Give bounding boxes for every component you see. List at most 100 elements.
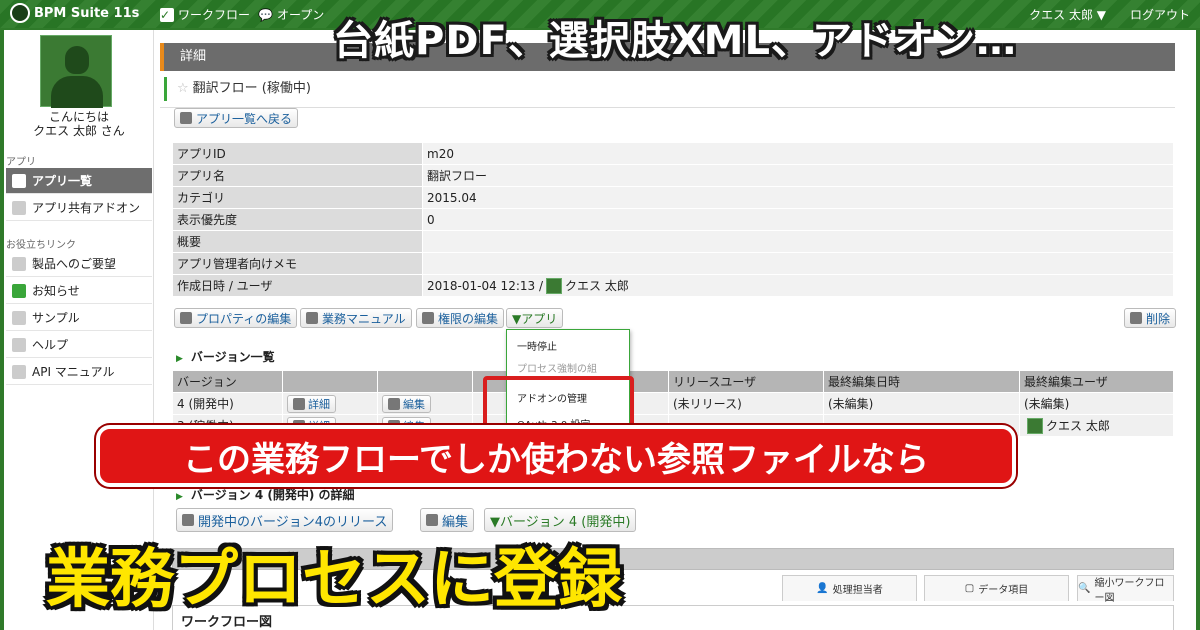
prop-value <box>422 252 1174 275</box>
sidebar-item-help[interactable]: ヘルプ <box>6 332 152 358</box>
sidebar-item-label: お知らせ <box>32 284 80 298</box>
news-icon <box>12 283 26 298</box>
avatar-body <box>51 76 103 108</box>
sidebar-item-label: アプリ一覧 <box>32 174 93 188</box>
prop-key: 作成日時 / ユーザ <box>172 274 423 297</box>
sidebar-item-label: サンプル <box>32 311 80 325</box>
version-cell: 4 (開発中) <box>172 392 283 415</box>
table-row: アプリID m20 <box>172 142 1174 165</box>
avatar-head <box>65 46 89 74</box>
lock-icon <box>422 312 434 324</box>
table-row: 4 (開発中) 詳細 編集 (未リリース) (未編集) (未編集) <box>172 392 1174 415</box>
table-row: 概要 <box>172 230 1174 253</box>
tab-label: データ項目 <box>978 585 1029 596</box>
prop-value: 2015.04 <box>422 186 1174 209</box>
prop-value: m20 <box>422 142 1174 165</box>
menu-item-pause[interactable]: 一時停止 <box>517 338 557 353</box>
pencil-icon <box>426 514 438 526</box>
sidebar-section-app: アプリ <box>6 157 36 168</box>
sidebar-section-links: お役立ちリンク <box>6 240 76 251</box>
col-detail <box>282 370 378 393</box>
divider <box>160 107 1175 108</box>
tab-label: 縮小ワークフロー図 <box>1094 577 1165 604</box>
delete-button[interactable]: 削除 <box>1124 308 1177 328</box>
highlight-box <box>483 376 634 428</box>
sidebar-item-sample[interactable]: サンプル <box>6 305 152 331</box>
version-detail-heading: バージョン 4 (開発中) の詳細 <box>176 486 355 503</box>
nav-workflow-label: ワークフロー <box>178 8 251 22</box>
zoom-icon: 🔍 <box>1078 583 1091 594</box>
data-icon: ▢ <box>964 583 975 594</box>
menu-item-hidden[interactable]: プロセス強制の組 <box>517 360 597 375</box>
release-label: 開発中のバージョン4のリリース <box>198 514 388 530</box>
sidebar-item-shared-addon[interactable]: アプリ共有アドオン <box>6 195 152 221</box>
back-button[interactable]: アプリ一覧へ戻る <box>174 108 299 128</box>
edit-properties-button[interactable]: プロパティの編集 <box>174 308 298 328</box>
edited-at-cell: (未編集) <box>823 392 1020 415</box>
tab-label: 処理担当者 <box>832 585 883 596</box>
created-at: 2018-01-04 12:13 / <box>427 278 543 293</box>
sidebar-item-feedback[interactable]: 製品へのご要望 <box>6 251 152 277</box>
prop-key: 概要 <box>172 230 423 253</box>
col-edited-at: 最終編集日時 <box>823 370 1020 393</box>
versions-heading: バージョン一覧 <box>176 348 275 365</box>
delete-icon <box>1130 312 1142 324</box>
power-icon <box>182 514 194 526</box>
sidebar-item-app-list[interactable]: アプリ一覧 <box>6 168 152 194</box>
version-edit-label: 編集 <box>442 514 469 530</box>
col-version: バージョン <box>172 370 283 393</box>
table-row: カテゴリ 2015.04 <box>172 186 1174 209</box>
edit-permissions-button[interactable]: 権限の編集 <box>416 308 505 328</box>
prop-value: 0 <box>422 208 1174 231</box>
table-row: 作成日時 / ユーザ 2018-01-04 12:13 / クエス 太郎 <box>172 274 1174 297</box>
star-icon[interactable]: ☆ <box>177 77 189 101</box>
prop-key: カテゴリ <box>172 186 423 209</box>
user-menu[interactable]: クエス 太郎 ▼ <box>1029 6 1106 23</box>
logo-icon <box>10 3 30 23</box>
prop-value <box>422 230 1174 253</box>
properties-table: アプリID m20 アプリ名 翻訳フロー カテゴリ 2015.04 表示優先度 0 概要… <box>172 142 1174 297</box>
greeting: こんにちは クエス 太郎 さん <box>4 110 154 138</box>
greeting-text: こんにちは <box>48 110 109 124</box>
detail-button[interactable]: 詳細 <box>287 394 336 413</box>
sidebar-item-label: ヘルプ <box>32 338 69 352</box>
tab-mini-diagram[interactable]: 🔍 縮小ワークフロー図 <box>1077 575 1174 604</box>
user-icon <box>1027 418 1043 435</box>
table-header: バージョン リリースユーザ 最終編集日時 最終編集ユーザ <box>172 370 1174 393</box>
nav-workflow[interactable]: ✓ ワークフロー <box>160 6 250 23</box>
edit-label: 編集 <box>403 397 425 411</box>
logo-text: BPM Suite 11s <box>34 5 140 21</box>
app-menu-button[interactable]: ▼アプリ <box>506 308 564 328</box>
manual-button[interactable]: 業務マニュアル <box>300 308 412 328</box>
help-icon <box>12 364 26 379</box>
detail-cell: 詳細 <box>282 392 378 415</box>
sidebar-item-news[interactable]: お知らせ <box>6 278 152 304</box>
prop-key: 表示優先度 <box>172 208 423 231</box>
col-release-user: リリースユーザ <box>668 370 824 393</box>
delete-label: 削除 <box>1146 311 1171 326</box>
overlay-caption-top: 台紙PDF、選択肢XML、アドオン… <box>333 18 1017 64</box>
search-icon <box>293 397 305 410</box>
app-logo[interactable]: BPM Suite 11s <box>10 3 139 23</box>
pencil-icon <box>388 397 400 410</box>
tab-assignee[interactable]: 👤 処理担当者 <box>782 575 917 601</box>
sidebar-item-label: 製品へのご要望 <box>32 257 117 271</box>
sidebar-item-api[interactable]: API マニュアル <box>6 359 152 385</box>
edit-properties-label: プロパティの編集 <box>196 311 292 326</box>
top-right-menu: クエス 太郎 ▼ ログアウト <box>1029 6 1190 23</box>
edited-by-cell: クエス 太郎 <box>1019 414 1174 437</box>
tab-data-items[interactable]: ▢ データ項目 <box>924 575 1069 601</box>
back-button-label: アプリ一覧へ戻る <box>196 111 293 126</box>
flow-title: ☆ 翻訳フロー (稼働中) <box>164 77 311 101</box>
prop-key: アプリ名 <box>172 164 423 187</box>
edit-button[interactable]: 編集 <box>382 394 431 413</box>
prop-value: 翻訳フロー <box>422 164 1174 187</box>
table-row: 表示優先度 0 <box>172 208 1174 231</box>
nav-open[interactable]: 💬 オープン <box>258 6 324 23</box>
sidebar-item-label: API マニュアル <box>32 365 115 379</box>
logout-link[interactable]: ログアウト <box>1130 6 1190 23</box>
feedback-icon <box>12 256 26 271</box>
properties-icon <box>180 312 192 324</box>
user-icon: 👤 <box>816 583 829 594</box>
release-user-cell: (未リリース) <box>668 392 824 415</box>
